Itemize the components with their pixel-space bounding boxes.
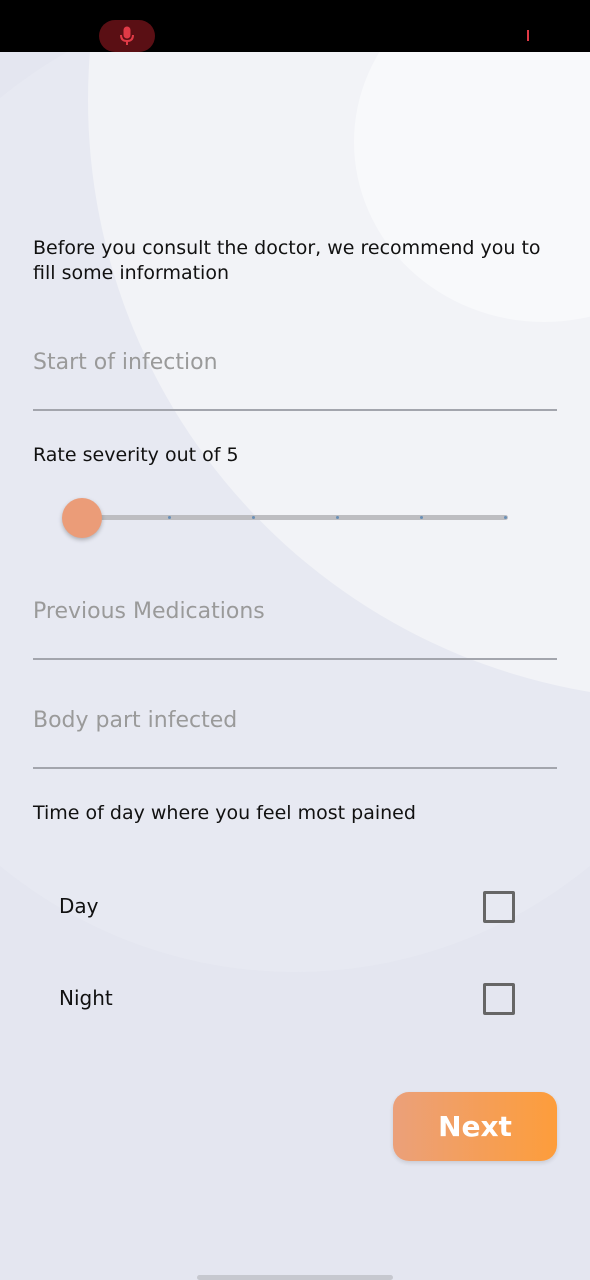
body-part-field[interactable]: Body part infected xyxy=(33,708,557,769)
body-part-placeholder: Body part infected xyxy=(33,708,238,733)
start-of-infection-placeholder: Start of infection xyxy=(33,350,218,375)
time-of-day-label: Time of day where you feel most pained xyxy=(33,802,416,824)
night-checkbox[interactable] xyxy=(483,983,515,1015)
severity-slider[interactable] xyxy=(62,497,510,538)
option-day-row[interactable]: Day xyxy=(59,888,519,924)
previous-medications-field[interactable]: Previous Medications xyxy=(33,599,557,660)
next-button[interactable]: Next xyxy=(393,1092,557,1161)
form-container: Before you consult the doctor, we recomm… xyxy=(0,0,590,1280)
option-night-row[interactable]: Night xyxy=(59,980,519,1016)
severity-label: Rate severity out of 5 xyxy=(33,444,239,466)
slider-tick xyxy=(168,516,171,519)
home-indicator[interactable] xyxy=(197,1275,393,1280)
option-day-label: Day xyxy=(59,894,99,918)
slider-tick xyxy=(504,516,507,519)
intro-text: Before you consult the doctor, we recomm… xyxy=(33,237,541,284)
option-night-label: Night xyxy=(59,986,113,1010)
slider-track xyxy=(80,515,508,520)
day-checkbox[interactable] xyxy=(483,891,515,923)
slider-tick xyxy=(420,516,423,519)
field-underline xyxy=(33,658,557,660)
slider-thumb[interactable] xyxy=(62,498,102,538)
start-of-infection-field[interactable]: Start of infection xyxy=(33,350,557,411)
field-underline xyxy=(33,409,557,411)
slider-tick xyxy=(252,516,255,519)
previous-medications-placeholder: Previous Medications xyxy=(33,599,265,624)
field-underline xyxy=(33,767,557,769)
slider-tick xyxy=(336,516,339,519)
